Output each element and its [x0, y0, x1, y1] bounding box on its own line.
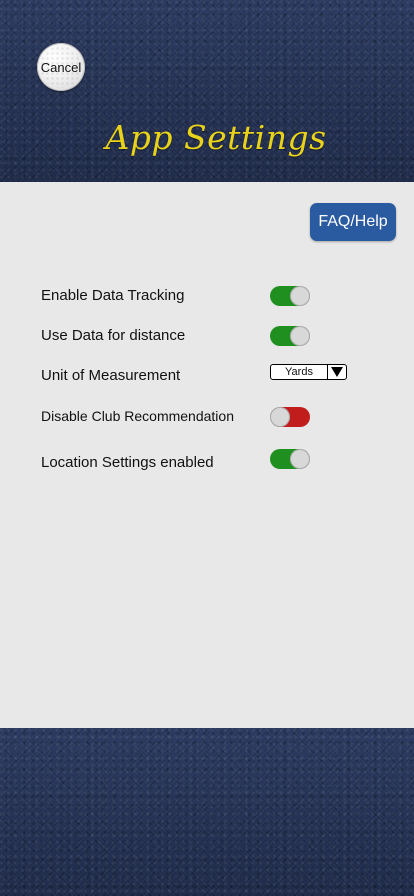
- setting-label-club-recommendation: Disable Club Recommendation: [41, 408, 234, 424]
- faq-help-button[interactable]: FAQ/Help: [310, 203, 396, 241]
- triangle-down-icon: [328, 365, 346, 379]
- app-settings-screen: Cancel App Settings FAQ/Help Enable Data…: [0, 0, 414, 896]
- toggle-data-tracking[interactable]: [270, 286, 310, 306]
- setting-label-unit: Unit of Measurement: [41, 367, 181, 384]
- unit-select[interactable]: Yards: [270, 364, 347, 380]
- toggle-knob: [290, 326, 310, 346]
- setting-label-data-tracking: Enable Data Tracking: [41, 287, 185, 304]
- unit-select-value: Yards: [271, 365, 328, 379]
- settings-panel: FAQ/Help Enable Data Tracking Use Data f…: [0, 182, 414, 728]
- cancel-button[interactable]: Cancel: [37, 43, 85, 91]
- cancel-button-label: Cancel: [40, 59, 82, 75]
- header-banner: Cancel App Settings: [0, 0, 414, 182]
- setting-label-location: Location Settings enabled: [41, 454, 214, 471]
- footer-banner: [0, 728, 414, 896]
- toggle-knob: [270, 407, 290, 427]
- toggle-knob: [290, 286, 310, 306]
- page-title: App Settings: [105, 118, 327, 157]
- toggle-location[interactable]: [270, 449, 310, 469]
- toggle-club-recommendation[interactable]: [270, 407, 310, 427]
- toggle-data-distance[interactable]: [270, 326, 310, 346]
- toggle-knob: [290, 449, 310, 469]
- setting-label-data-distance: Use Data for distance: [41, 327, 186, 344]
